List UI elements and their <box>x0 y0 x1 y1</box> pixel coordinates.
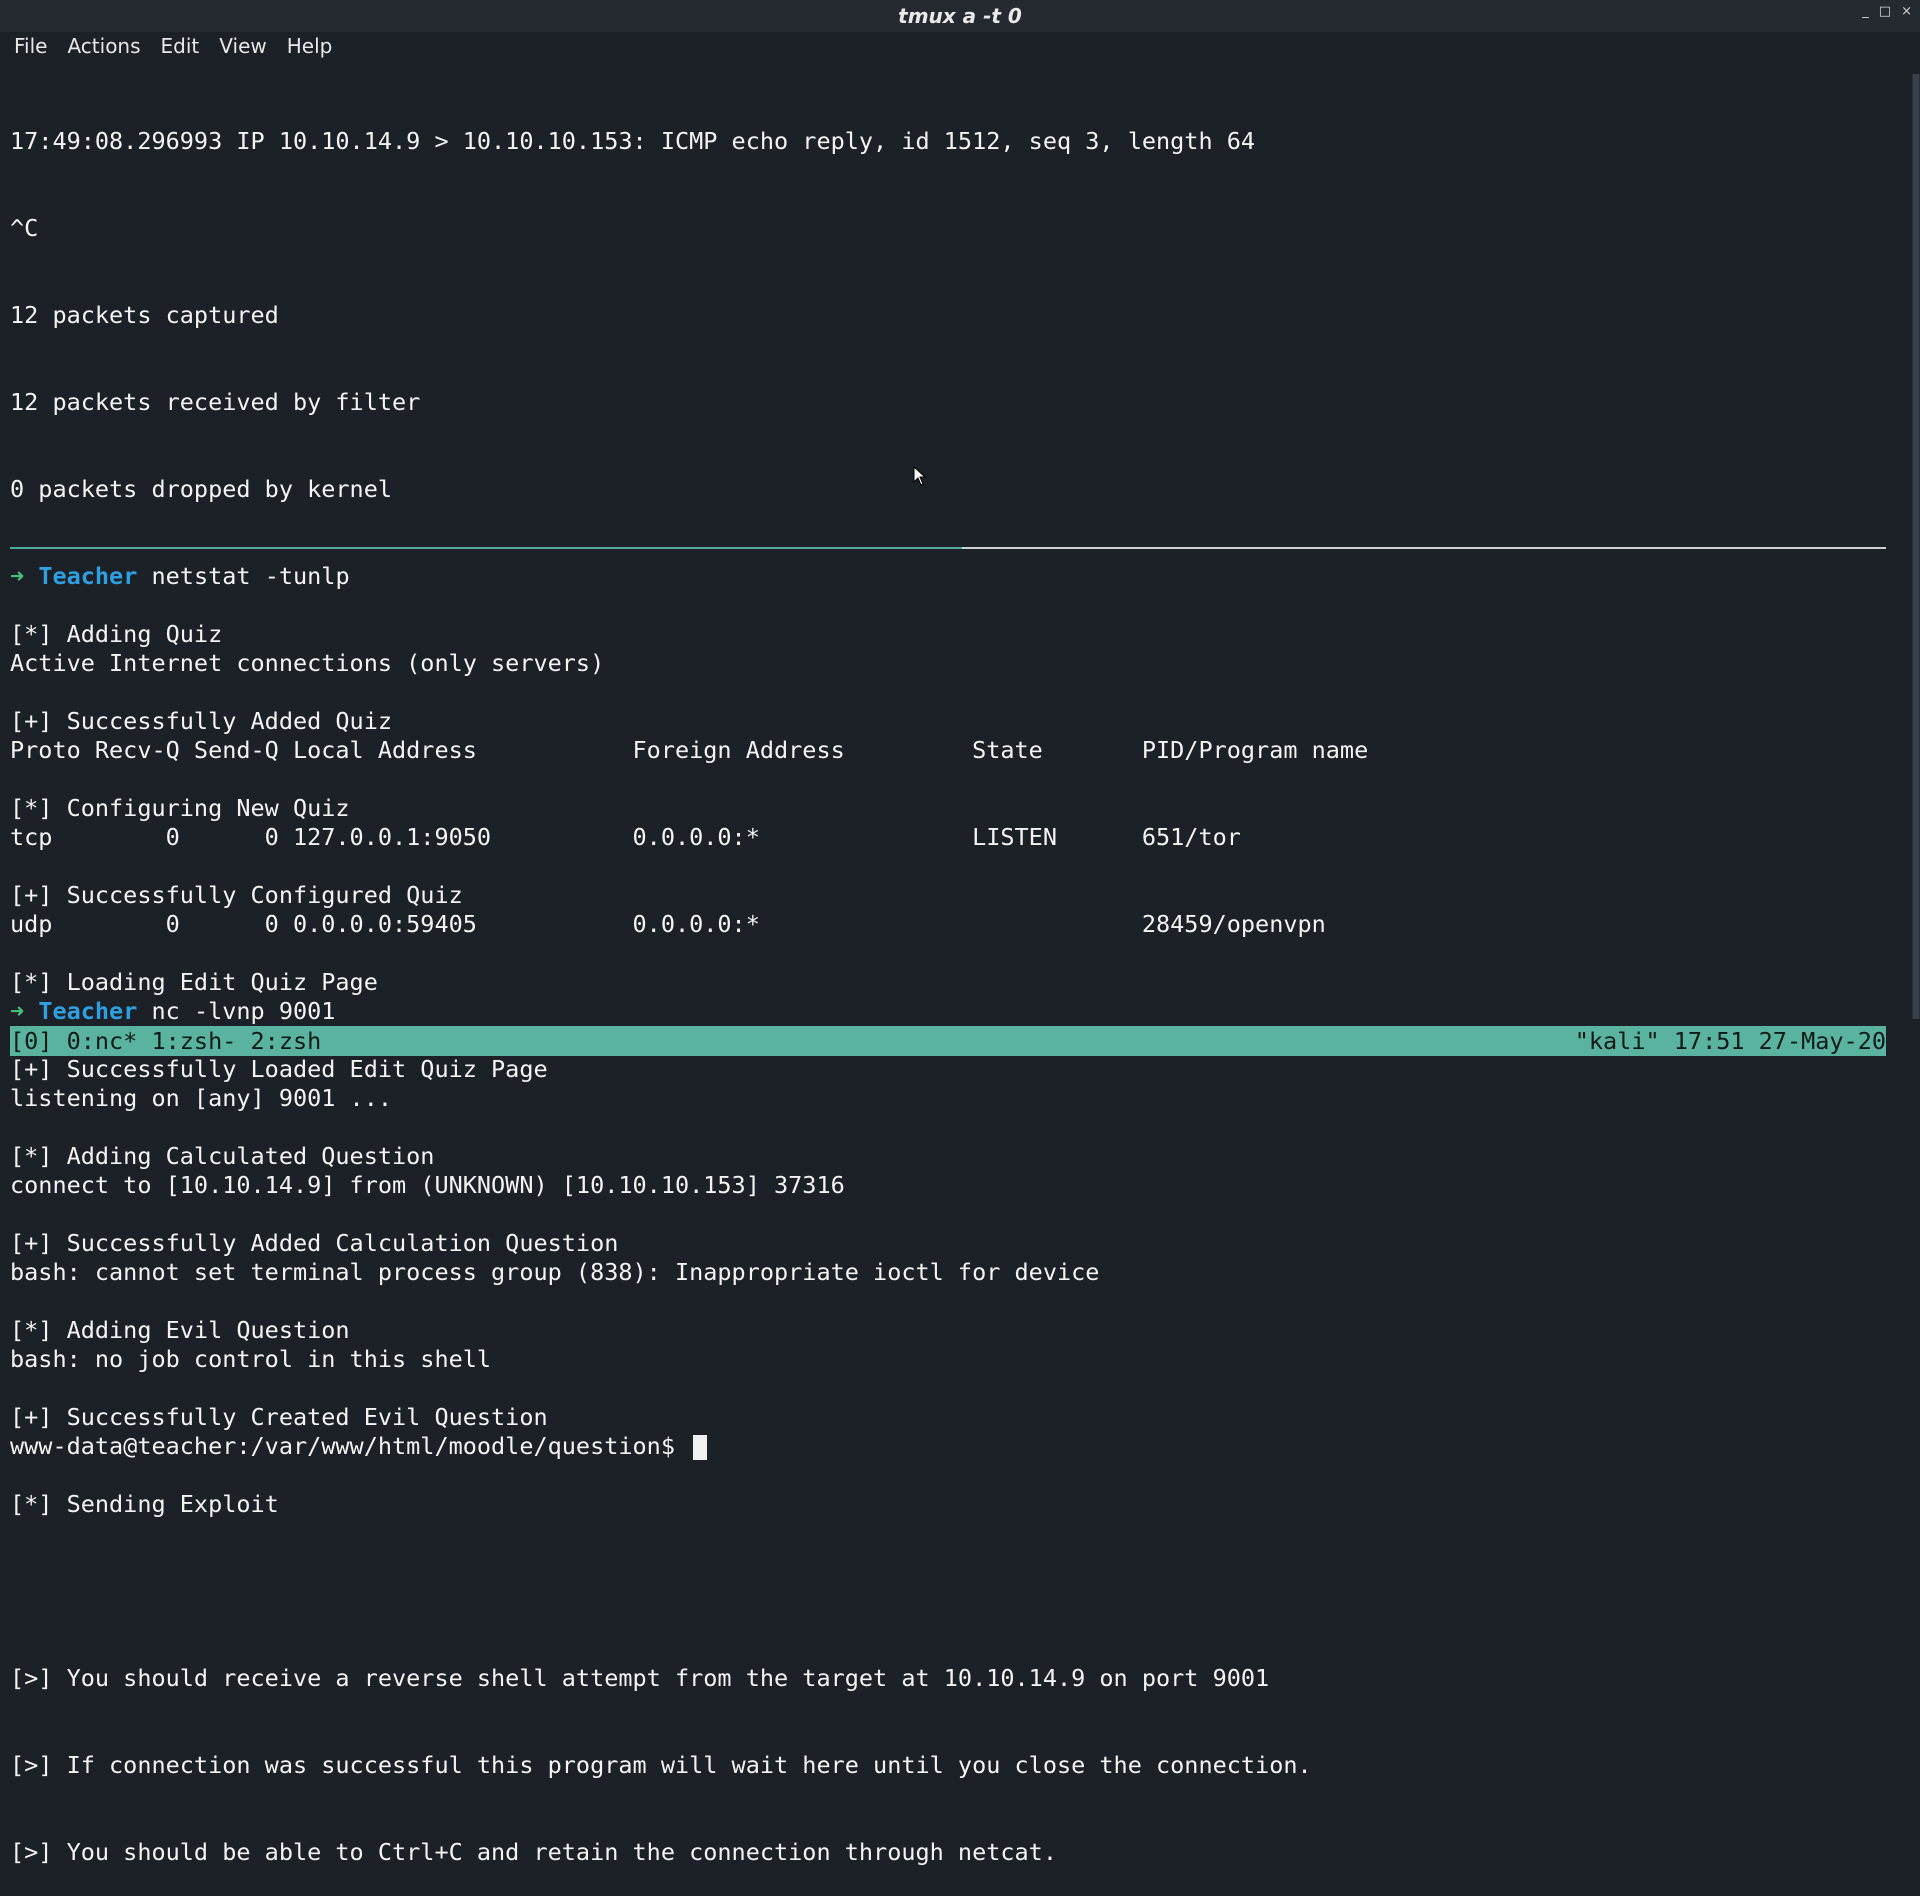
menu-help[interactable]: Help <box>285 34 335 58</box>
scrollbar-thumb[interactable] <box>1913 74 1919 1019</box>
terminal-line: [>] You should be able to Ctrl+C and ret… <box>10 1838 1057 1866</box>
terminal-line: [+] Successfully Created Evil Question <box>10 1403 548 1431</box>
terminal-line: [*] Configuring New Quiz <box>10 794 350 822</box>
terminal-line: [*] Adding Evil Question <box>10 1316 350 1344</box>
terminal-line: [*] Loading Edit Quiz Page <box>10 968 378 996</box>
window-controls: _ □ × <box>1862 4 1912 19</box>
menu-edit[interactable]: Edit <box>159 34 202 58</box>
pane-divider-active <box>10 547 962 549</box>
close-icon[interactable]: × <box>1901 4 1912 19</box>
terminal-line: [>] If connection was successful this pr… <box>10 1751 1312 1779</box>
terminal-line: [>] You should receive a reverse shell a… <box>10 1664 1270 1692</box>
menu-actions[interactable]: Actions <box>65 34 142 58</box>
scrollbar[interactable] <box>1912 74 1920 1019</box>
terminal-line: ^C <box>10 214 39 242</box>
minimize-icon[interactable]: _ <box>1862 4 1869 19</box>
tmux-status-bar: [0] 0:nc* 1:zsh- 2:zsh "kali" 17:51 27-M… <box>10 1026 1886 1056</box>
maximize-icon[interactable]: □ <box>1879 4 1891 19</box>
menu-view[interactable]: View <box>217 34 268 58</box>
terminal-line: [+] Successfully Added Quiz <box>10 707 393 735</box>
terminal-line: 0 packets dropped by kernel <box>10 475 393 503</box>
terminal-line: [*] Adding Calculated Question <box>10 1142 435 1170</box>
terminal-line: 17:49:08.296993 IP 10.10.14.9 > 10.10.10… <box>10 127 1256 155</box>
tmux-status-right: "kali" 17:51 27-May-20 <box>1574 1027 1886 1055</box>
terminal-line: [+] Successfully Added Calculation Quest… <box>10 1229 619 1257</box>
window-titlebar: tmux a -t 0 _ □ × <box>0 0 1920 32</box>
terminal-line: [+] Successfully Configured Quiz <box>10 881 463 909</box>
terminal-line: 12 packets captured <box>10 301 279 329</box>
menu-file[interactable]: File <box>12 34 49 58</box>
terminal-line: 12 packets received by filter <box>10 388 421 416</box>
terminal-pane-bottom[interactable]: [*] Adding Quiz [+] Successfully Added Q… <box>10 562 1890 1896</box>
tmux-window-list[interactable]: [0] 0:nc* 1:zsh- 2:zsh <box>10 1027 321 1055</box>
menu-bar: File Actions Edit View Help <box>0 32 1920 60</box>
window-title: tmux a -t 0 <box>898 4 1022 28</box>
terminal-line: [*] Sending Exploit <box>10 1490 279 1518</box>
terminal-line: [*] Adding Quiz <box>10 620 223 648</box>
